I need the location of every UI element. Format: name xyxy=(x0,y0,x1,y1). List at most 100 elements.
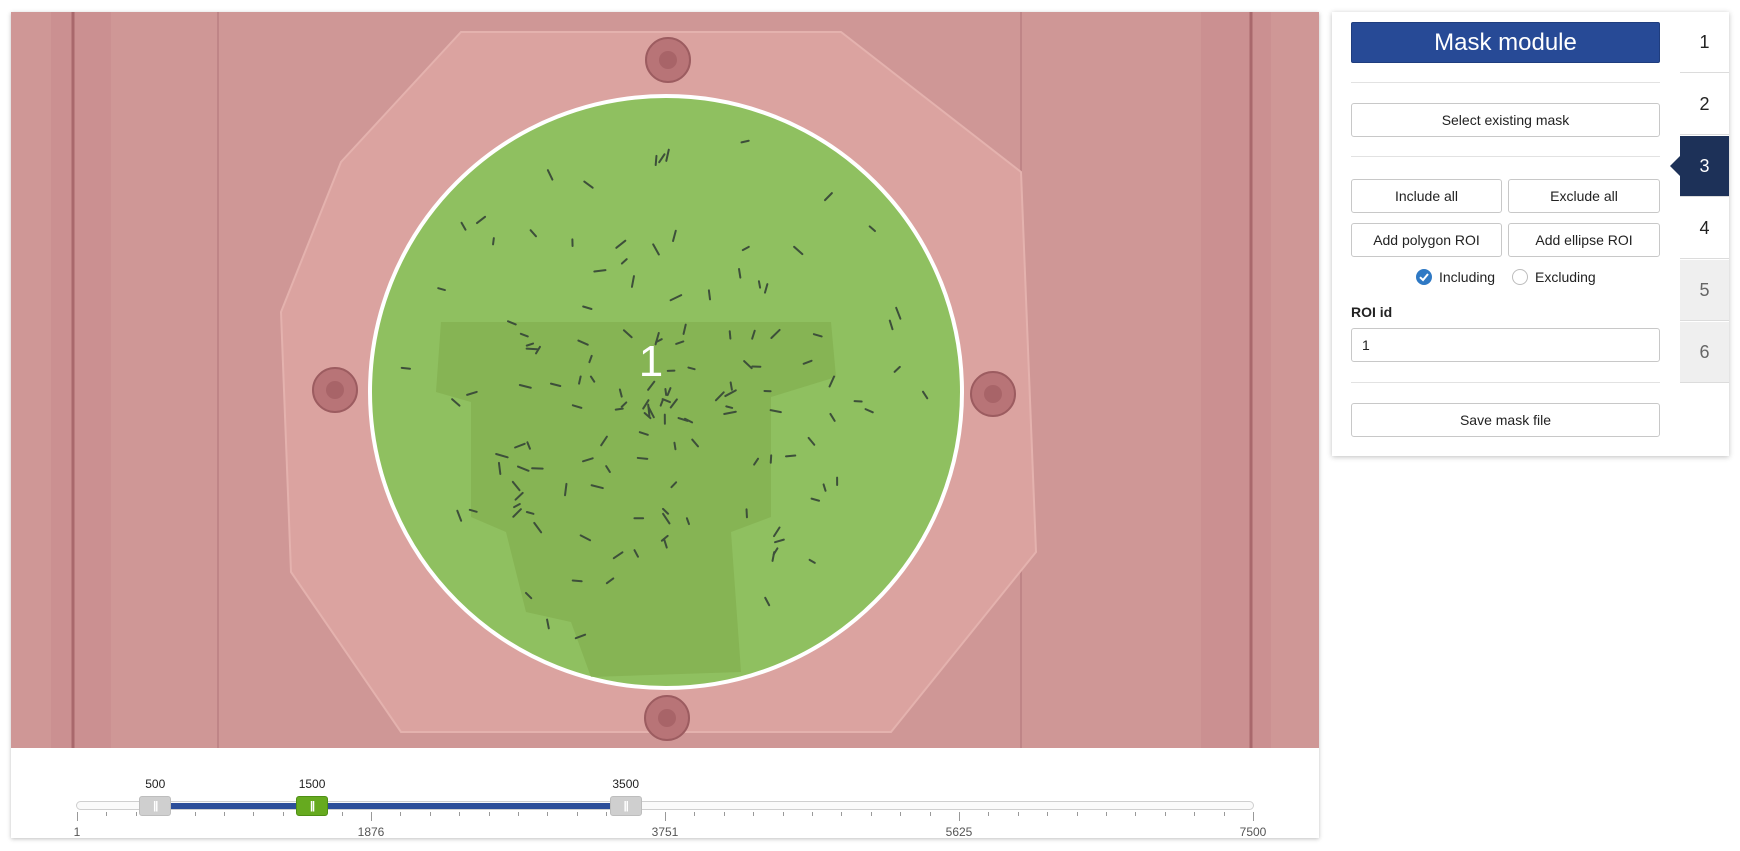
divider xyxy=(1351,82,1660,83)
tick-mark xyxy=(753,812,755,816)
tick-mark xyxy=(959,812,960,821)
include-all-button[interactable]: Include all xyxy=(1351,179,1502,213)
tick-mark xyxy=(782,812,784,816)
tick-mark xyxy=(812,812,813,816)
add-polygon-roi-button[interactable]: Add polygon ROI xyxy=(1351,223,1502,257)
larva xyxy=(707,289,712,301)
roi-mode-radio-group: Including Excluding xyxy=(1332,267,1679,289)
tick-mark xyxy=(371,812,372,821)
tick-mark xyxy=(1076,812,1078,816)
tick-label: 1 xyxy=(73,825,81,838)
tick-mark xyxy=(665,812,666,821)
tick-mark xyxy=(488,812,490,816)
tray-wall-right xyxy=(1201,12,1271,748)
tick-mark xyxy=(1223,812,1225,816)
step-tabs: 1 2 3 4 5 6 xyxy=(1670,12,1729,384)
larva xyxy=(728,330,732,340)
tick-mark xyxy=(547,812,549,816)
tick-mark xyxy=(1106,812,1107,816)
larva xyxy=(593,269,607,273)
larva xyxy=(497,461,502,475)
add-ellipse-roi-button[interactable]: Add ellipse ROI xyxy=(1508,223,1660,257)
divider xyxy=(1351,382,1660,383)
screw-bottom xyxy=(644,695,690,741)
larva xyxy=(571,579,583,583)
screw-top xyxy=(645,37,691,83)
tick-mark xyxy=(900,812,902,816)
tick-mark xyxy=(841,812,843,816)
including-label[interactable]: Including xyxy=(1439,269,1495,285)
divider xyxy=(1351,156,1660,157)
excluding-label[interactable]: Excluding xyxy=(1535,269,1596,285)
tick-mark xyxy=(929,812,931,816)
larva xyxy=(564,482,568,497)
including-radio[interactable] xyxy=(1416,269,1432,285)
slider-handle-end[interactable]: || xyxy=(609,796,642,816)
tick-mark xyxy=(870,812,872,816)
slider-handle-current[interactable]: || xyxy=(296,796,329,816)
excluding-radio[interactable] xyxy=(1512,269,1528,285)
tick-mark xyxy=(282,812,284,816)
tick-mark xyxy=(429,812,431,816)
grip-icon: || xyxy=(623,800,629,812)
step-tab-5: 5 xyxy=(1680,260,1729,321)
step-tab-label: 3 xyxy=(1699,155,1710,176)
larva xyxy=(673,441,677,451)
slider-ticks xyxy=(11,812,1319,822)
larva xyxy=(784,454,797,458)
tick-label: 1876 xyxy=(357,825,385,838)
step-tab-3[interactable]: 3 xyxy=(1670,136,1729,197)
tick-mark xyxy=(1253,812,1254,821)
tick-label: 5625 xyxy=(945,825,973,838)
roi-id-label: ROI id xyxy=(1351,304,1393,320)
handle-end-value: 3500 xyxy=(612,777,640,791)
exclude-all-button[interactable]: Exclude all xyxy=(1508,179,1660,213)
tick-mark xyxy=(988,812,990,816)
tick-mark xyxy=(224,812,225,816)
slider-range xyxy=(155,803,626,809)
tick-mark xyxy=(1135,812,1137,816)
video-frame[interactable]: 1 xyxy=(11,12,1319,748)
tick-mark xyxy=(194,812,196,816)
larva xyxy=(400,366,412,370)
larva xyxy=(614,407,624,411)
grip-icon: || xyxy=(153,800,158,812)
larva xyxy=(654,154,658,167)
larva xyxy=(664,388,668,397)
save-mask-file-button[interactable]: Save mask file xyxy=(1351,403,1660,437)
slider-handle-start[interactable]: || xyxy=(139,796,172,816)
tick-mark xyxy=(1047,812,1049,816)
tick-mark xyxy=(135,812,137,816)
frame-slider[interactable]: 500 1500 3500 || || || 1 1876 3751 5625 … xyxy=(11,748,1319,838)
step-tab-4[interactable]: 4 xyxy=(1680,198,1729,259)
larva xyxy=(757,280,762,289)
tick-mark xyxy=(253,812,255,816)
step-tab-6: 6 xyxy=(1680,322,1729,383)
tray-wall-left xyxy=(51,12,111,748)
mask-module-panel: Mask module Select existing mask Include… xyxy=(1332,12,1729,456)
tick-mark xyxy=(694,812,696,816)
tick-mark xyxy=(576,812,578,816)
roi-id-overlay: 1 xyxy=(638,337,664,386)
tick-mark xyxy=(1017,812,1019,816)
step-tab-1[interactable]: 1 xyxy=(1680,12,1729,73)
tick-mark xyxy=(1194,812,1196,816)
screw-right xyxy=(970,371,1016,417)
larva xyxy=(525,347,539,351)
tick-mark xyxy=(459,812,461,816)
larva xyxy=(738,268,742,279)
larva xyxy=(729,381,733,391)
tick-label: 7500 xyxy=(1239,825,1267,838)
handle-current-value: 1500 xyxy=(298,777,326,791)
tick-mark xyxy=(106,812,108,816)
larva xyxy=(492,237,495,246)
select-existing-mask-button[interactable]: Select existing mask xyxy=(1351,103,1660,137)
video-viewer: 1 500 1500 3500 || || || 1 1876 3751 562… xyxy=(11,12,1319,838)
tick-mark xyxy=(1164,812,1166,816)
tick-label: 3751 xyxy=(651,825,679,838)
tick-mark xyxy=(400,812,402,816)
step-tab-2[interactable]: 2 xyxy=(1680,74,1729,135)
roi-id-input[interactable] xyxy=(1351,328,1660,362)
check-icon xyxy=(1419,273,1429,282)
larva xyxy=(636,456,649,460)
